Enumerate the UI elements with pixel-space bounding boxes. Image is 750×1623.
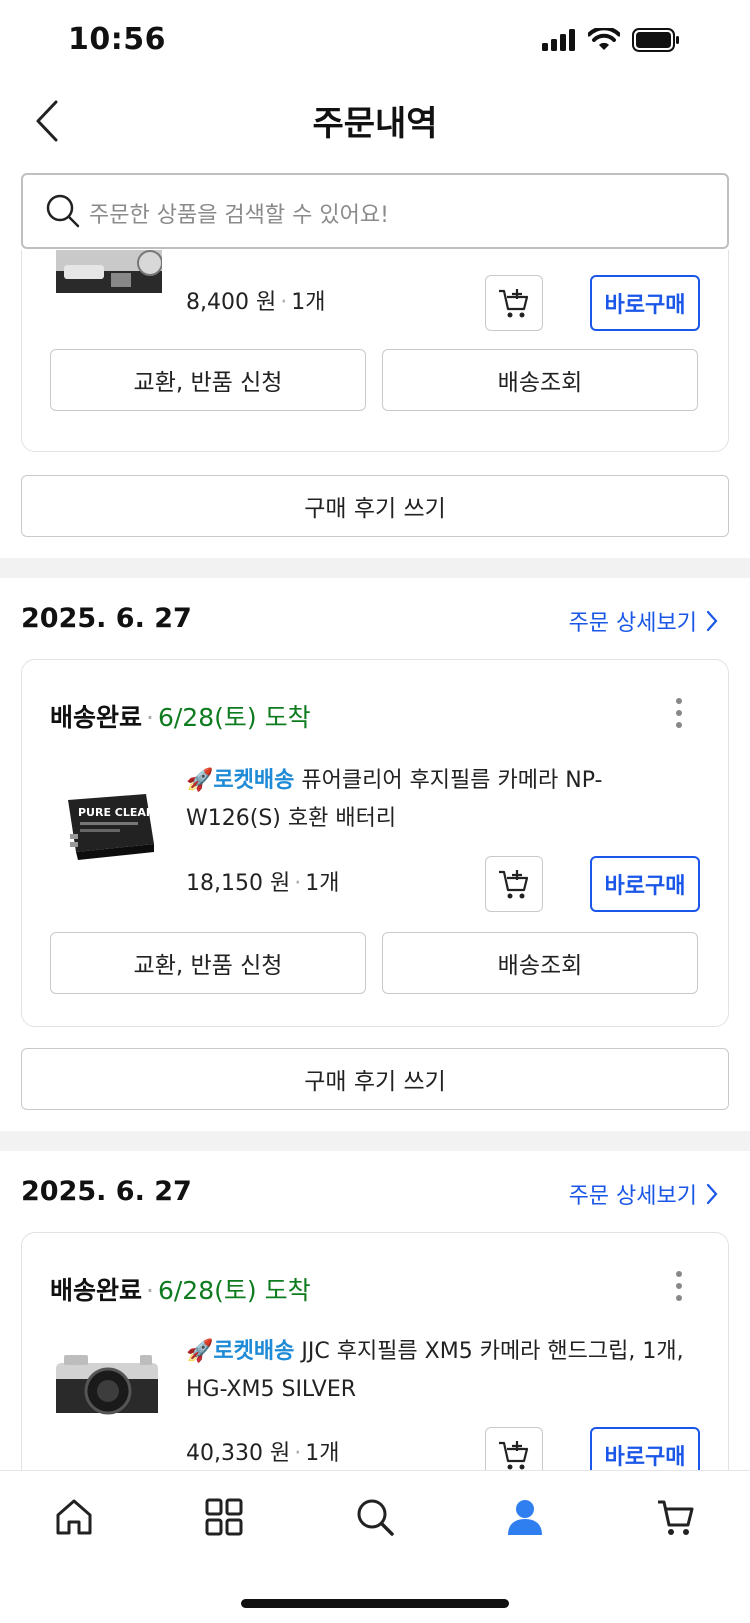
order-header: 2025. 6. 27 주문 상세보기 (21, 603, 729, 643)
nav-search[interactable] (351, 1493, 399, 1541)
product-thumbnail[interactable] (56, 250, 163, 293)
arrival-date: 6/28(토) 도착 (157, 1276, 311, 1305)
tracking-button[interactable]: 배송조회 (382, 932, 698, 994)
tracking-button[interactable]: 배송조회 (382, 349, 698, 411)
user-icon (508, 1500, 542, 1535)
rocket-icon: 🚀 (186, 768, 214, 793)
price-line: 40,330 원 · 1개 (186, 1441, 340, 1466)
wifi-icon (588, 28, 620, 50)
order-header: 2025. 6. 27 주문 상세보기 (21, 1176, 729, 1216)
price: 40,330 원 (186, 1441, 291, 1466)
chevron-right-icon (706, 1183, 718, 1205)
camera-image (56, 250, 163, 293)
exchange-return-button[interactable]: 교환, 반품 신청 (50, 349, 366, 411)
home-indicator (241, 1599, 509, 1608)
grid-icon (205, 1498, 243, 1536)
write-review-button[interactable]: 구매 후기 쓰기 (21, 475, 729, 537)
order-detail-label: 주문 상세보기 (568, 1184, 697, 1209)
order-card: 배송완료 · 6/28(토) 도착 PURE CLEAR 🚀로켓배송 퓨어클리어 후… (21, 659, 729, 1027)
price: 18,150 원 (186, 871, 291, 896)
order-date: 2025. 6. 27 (21, 1176, 192, 1207)
add-to-cart-button[interactable] (485, 856, 543, 912)
search-icon (357, 1499, 394, 1536)
price: 8,400 원 (186, 290, 277, 315)
order-list[interactable]: 8,400 원 · 1개 바로구매 교환, 반품 신청 배송조회 구매 후기 쓰기 … (0, 250, 750, 1470)
product-thumbnail[interactable] (54, 1345, 160, 1425)
add-to-cart-button[interactable] (485, 275, 543, 331)
thumbnail-brand-text: PURE CLEAR (78, 806, 155, 819)
nav-cart[interactable] (652, 1493, 700, 1541)
arrival-date: 6/28(토) 도착 (157, 703, 311, 732)
status-time: 10:56 (68, 22, 166, 57)
nav-my-page[interactable] (501, 1493, 549, 1541)
cart-icon (658, 1500, 694, 1535)
status-label: 배송완료 (50, 703, 143, 732)
header: 주문내역 (0, 80, 750, 160)
product-name[interactable]: 🚀로켓배송 퓨어클리어 후지필름 카메라 NP-W126(S) 호환 배터리 (186, 762, 696, 838)
section-divider (0, 558, 750, 578)
quantity: 1개 (305, 871, 340, 896)
add-cart-icon (499, 1441, 529, 1470)
search-placeholder: 주문한 상품을 검색할 수 있어요! (89, 203, 389, 228)
rocket-icon: 🚀 (186, 1339, 214, 1364)
buy-now-button[interactable]: 바로구매 (590, 1427, 700, 1470)
battery-icon (632, 28, 679, 52)
buy-now-button[interactable]: 바로구매 (590, 275, 700, 331)
order-detail-label: 주문 상세보기 (568, 611, 697, 636)
status-label: 배송완료 (50, 1276, 143, 1305)
rocket-delivery-label: 로켓배송 (213, 1339, 295, 1364)
product-name[interactable]: 🚀로켓배송 JJC 후지필름 XM5 카메라 핸드그립, 1개, HG-XM5 … (186, 1333, 696, 1409)
order-date: 2025. 6. 27 (21, 603, 192, 634)
add-to-cart-button[interactable] (485, 1427, 543, 1470)
status-icons (542, 28, 680, 52)
cellular-signal-icon (542, 29, 575, 51)
more-options-icon[interactable] (674, 696, 684, 730)
page-title: 주문내역 (312, 104, 438, 144)
more-options-icon[interactable] (674, 1269, 684, 1303)
quantity: 1개 (305, 1441, 340, 1466)
order-detail-link[interactable]: 주문 상세보기 (569, 1178, 719, 1210)
write-review-button[interactable]: 구매 후기 쓰기 (21, 1048, 729, 1110)
order-detail-link[interactable]: 주문 상세보기 (569, 605, 719, 637)
nav-categories[interactable] (200, 1493, 248, 1541)
nav-home[interactable] (50, 1493, 98, 1541)
camera-grip-image (56, 1355, 158, 1415)
add-cart-icon (499, 870, 529, 899)
delivery-status: 배송완료 · 6/28(토) 도착 (50, 1276, 311, 1305)
search-icon (46, 194, 80, 228)
price-line: 18,150 원 · 1개 (186, 871, 340, 896)
product-thumbnail[interactable]: PURE CLEAR (54, 780, 162, 870)
add-cart-icon (499, 289, 529, 318)
buy-now-button[interactable]: 바로구매 (590, 856, 700, 912)
order-card: 8,400 원 · 1개 바로구매 교환, 반품 신청 배송조회 (21, 250, 729, 452)
price-line: 8,400 원 · 1개 (186, 290, 326, 315)
chevron-right-icon (706, 610, 718, 632)
battery-product-image: PURE CLEAR (68, 794, 155, 860)
order-card: 배송완료 · 6/28(토) 도착 🚀로켓배송 JJC 후지필름 XM5 카메라 핸… (21, 1232, 729, 1470)
quantity: 1개 (291, 290, 326, 315)
delivery-status: 배송완료 · 6/28(토) 도착 (50, 703, 311, 732)
section-divider (0, 1131, 750, 1151)
search-input[interactable]: 주문한 상품을 검색할 수 있어요! (21, 173, 729, 249)
rocket-delivery-label: 로켓배송 (213, 768, 295, 793)
home-icon (56, 1499, 92, 1535)
exchange-return-button[interactable]: 교환, 반품 신청 (50, 932, 366, 994)
status-bar: 10:56 (0, 0, 750, 80)
